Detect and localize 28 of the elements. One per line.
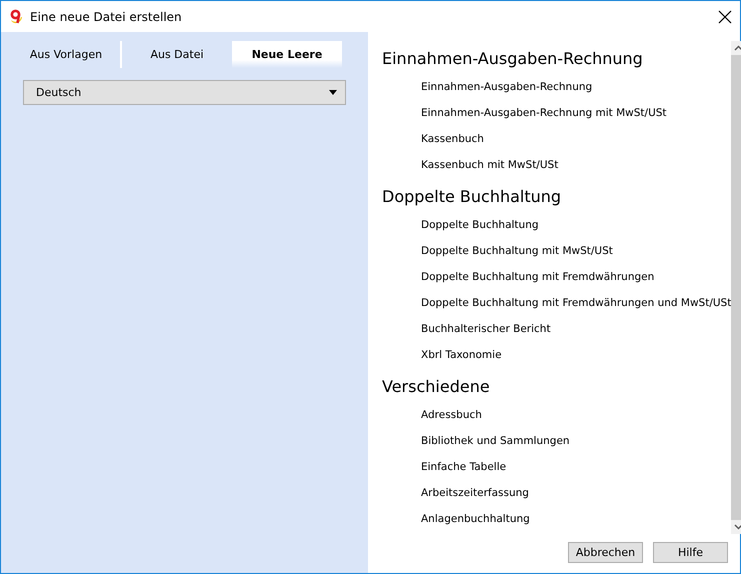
template-item[interactable]: Xbrl Taxonomie (421, 349, 502, 361)
tab[interactable]: Aus Vorlagen (12, 41, 122, 68)
template-item[interactable]: Doppelte Buchhaltung mit Fremdwährungen und MwSt/USt (421, 297, 732, 309)
dialog-button[interactable]: Hilfe (653, 542, 728, 563)
dropdown-arrow-icon (329, 90, 337, 95)
app-logo-icon (8, 8, 24, 24)
template-item[interactable]: Arbeitszeiterfassung (421, 487, 529, 499)
template-item[interactable]: Doppelte Buchhaltung (421, 219, 539, 231)
template-item[interactable]: Doppelte Buchhaltung mit Fremdwährungen (421, 271, 654, 283)
tab[interactable]: Neue Leere (232, 41, 342, 68)
template-item[interactable]: Anlagenbuchhaltung (421, 513, 530, 525)
template-item[interactable]: Doppelte Buchhaltung mit MwSt/USt (421, 245, 613, 257)
tab[interactable]: Aus Datei (122, 41, 232, 68)
group-heading: Doppelte Buchhaltung (382, 186, 562, 208)
template-item[interactable]: Einfache Tabelle (421, 461, 506, 473)
template-item[interactable]: Buchhalterischer Bericht (421, 323, 551, 335)
template-item[interactable]: Bibliothek und Sammlungen (421, 435, 570, 447)
window-title: Eine neue Datei erstellen (30, 10, 182, 24)
dialog-button[interactable]: Abbrechen (568, 542, 643, 563)
group-heading: Verschiedene (382, 376, 491, 398)
template-item[interactable]: Adressbuch (421, 409, 482, 421)
close-icon[interactable] (718, 10, 732, 24)
language-dropdown[interactable]: Deutsch (23, 80, 346, 105)
template-item[interactable]: Kassenbuch mit MwSt/USt (421, 159, 558, 171)
group-heading: Einnahmen-Ausgaben-Rechnung (382, 48, 644, 70)
template-item[interactable]: Kassenbuch (421, 133, 484, 145)
template-item[interactable]: Einnahmen-Ausgaben-Rechnung (421, 81, 592, 93)
template-item[interactable]: Einnahmen-Ausgaben-Rechnung mit MwSt/USt (421, 107, 667, 119)
